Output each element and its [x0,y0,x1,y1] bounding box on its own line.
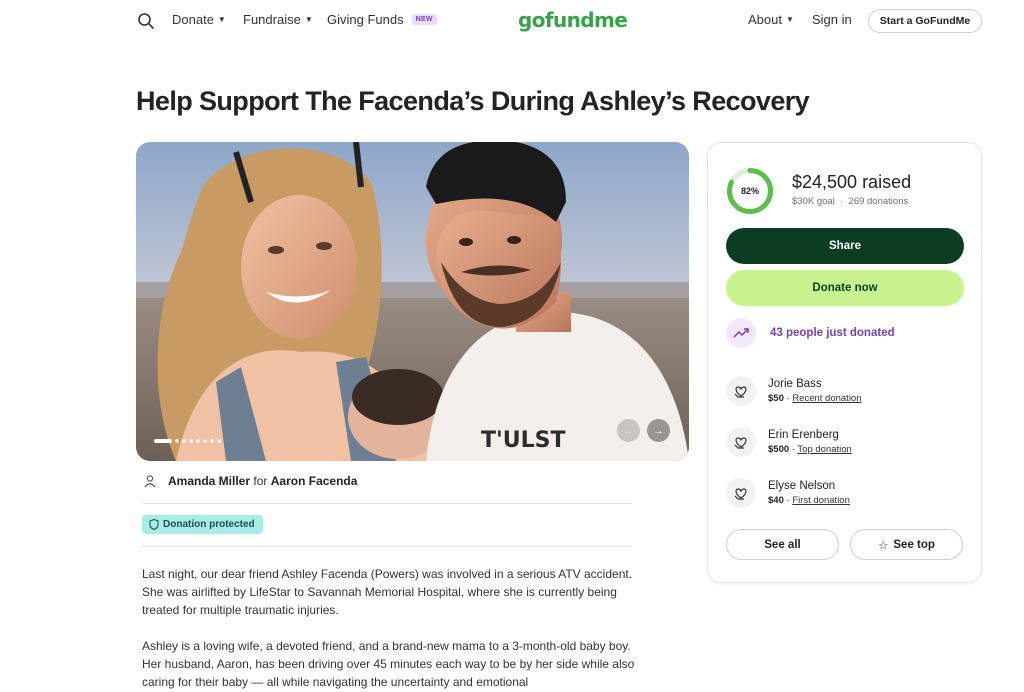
campaign-title: Help Support The Facenda’s During Ashley… [136,86,810,116]
svg-text:T'ULST: T'ULST [481,428,565,453]
donation-protected-label: Donation protected [163,519,255,530]
gallery-dot[interactable] [210,439,214,443]
donation-protected-badge[interactable]: Donation protected [142,515,263,534]
progress-percent: 82% [740,186,759,196]
gallery-dot[interactable] [182,439,186,443]
donor-item: Elyse Nelson $40 · First donation [726,478,850,508]
recent-donations-indicator: 43 people just donated [726,318,895,348]
nav-about-label: About [748,12,782,27]
gallery-dot[interactable] [196,439,200,443]
share-button[interactable]: Share [726,228,964,264]
chevron-right-icon: → [653,424,664,437]
organizer-for: for [253,474,268,488]
start-gofundme-button[interactable]: Start a GoFundMe [868,9,982,33]
nav-fundraise-label: Fundraise [243,12,301,27]
donor-name: Elyse Nelson [768,480,836,492]
new-badge: NEW [411,14,437,25]
nav-donate[interactable]: Donate ▼ [172,12,226,27]
donor-item: Erin Erenberg $500 · Top donation [726,427,852,457]
gallery-dot[interactable] [203,439,207,443]
divider [142,546,632,547]
separator: · [837,196,846,207]
search-icon[interactable] [137,12,155,30]
sign-in-link[interactable]: Sign in [812,12,852,27]
heart-hand-icon [726,427,756,457]
donor-tag-link[interactable]: First donation [792,495,850,506]
donor-amount: $40 [768,495,784,506]
heart-hand-icon [726,376,756,406]
recent-donors-count: 43 people just donated [770,327,895,339]
beneficiary-name[interactable]: Aaron Facenda [271,474,358,488]
see-all-button[interactable]: See all [726,529,839,560]
gallery-prev-button[interactable]: ← [617,419,640,442]
shield-icon [149,519,159,530]
nav-about[interactable]: About ▼ [748,12,794,27]
gallery-dot[interactable] [189,439,193,443]
star-icon: ☆ [878,539,889,552]
top-nav: Donate ▼ Fundraise ▼ Giving Funds NEW go… [0,0,1024,42]
campaign-story: Last night, our dear friend Ashley Facen… [142,565,642,692]
story-paragraph: Ashley is a loving wife, a devoted frien… [142,639,635,689]
donor-tag-link[interactable]: Recent donation [792,393,861,404]
gallery-dot[interactable] [154,439,172,443]
chevron-left-icon: ← [623,424,634,437]
donation-card: 82% $24,500 raised $30K goal · 269 donat… [707,142,982,583]
organizer-line: Amanda Miller for Aaron Facenda [142,473,357,489]
amount-raised: $24,500 raised [792,172,912,192]
gallery-dot[interactable] [175,439,179,443]
heart-hand-icon [726,478,756,508]
nav-fundraise[interactable]: Fundraise ▼ [243,12,313,27]
donor-name: Erin Erenberg [768,429,839,441]
person-icon [144,475,156,488]
donate-now-button[interactable]: Donate now [726,270,964,306]
gallery-pagination [154,439,221,443]
chevron-down-icon: ▼ [785,15,794,24]
goal-meta: $30K goal · 269 donations [792,196,908,207]
gofundme-logo[interactable]: gofundme [518,8,628,32]
nav-giving-funds[interactable]: Giving Funds NEW [327,12,437,27]
gallery-next-button[interactable]: → [647,419,670,442]
campaign-photo[interactable]: T'ULST ← → [136,142,689,461]
nav-donate-label: Donate [172,12,214,27]
chevron-down-icon: ▼ [217,15,226,24]
gallery-dot[interactable] [217,439,221,443]
story-paragraph: Last night, our dear friend Ashley Facen… [142,567,633,617]
see-top-button[interactable]: ☆ See top [850,529,963,560]
family-photo-illustration: T'ULST [136,142,689,461]
see-top-label: See top [893,538,935,551]
chevron-down-icon: ▼ [304,15,313,24]
donor-amount: $500 [768,444,790,455]
goal-amount: $30K goal [792,196,835,207]
donor-item: Jorie Bass $50 · Recent donation [726,376,862,406]
trending-up-icon [726,318,756,348]
divider [142,503,632,504]
donor-tag-link[interactable]: Top donation [797,444,851,455]
organizer-name[interactable]: Amanda Miller [168,474,250,488]
donor-amount: $50 [768,393,784,404]
donation-count: 269 donations [848,196,909,207]
donor-name: Jorie Bass [768,378,822,390]
nav-giving-funds-label: Giving Funds [327,12,404,27]
